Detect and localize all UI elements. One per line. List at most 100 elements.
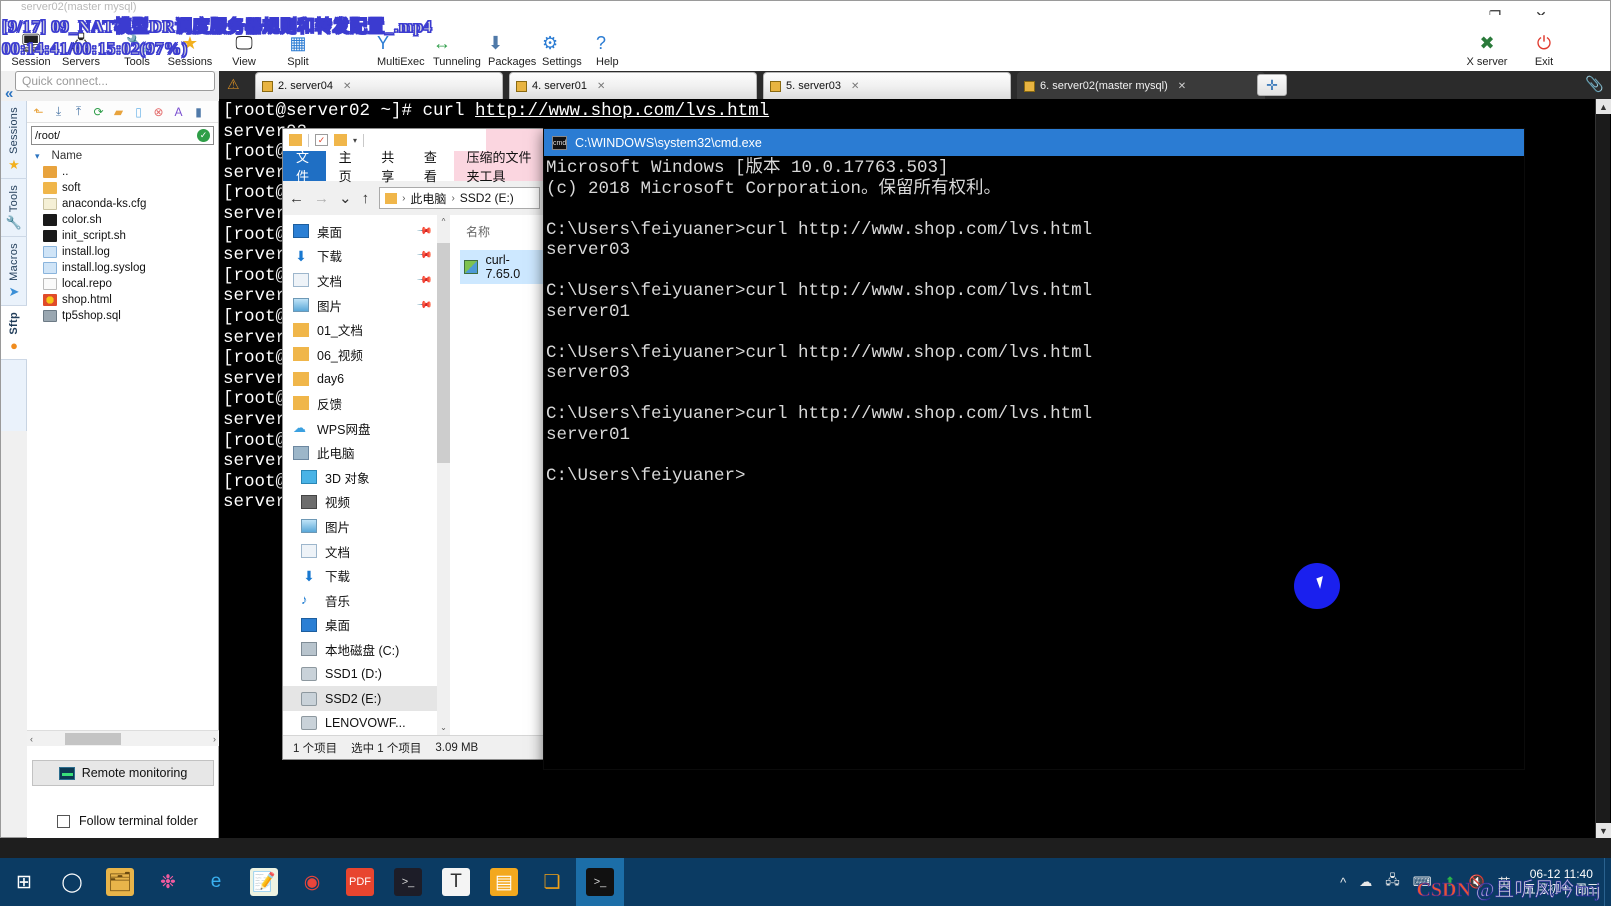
tab-file[interactable]: 文件 (283, 150, 326, 184)
tree-item[interactable]: SSD2 (E:) (283, 686, 437, 711)
upload-icon[interactable]: ⤒ (71, 104, 86, 119)
scrollbar-thumb[interactable] (65, 733, 121, 745)
toolbar-button-servers[interactable]: 🖧 Servers (53, 31, 109, 69)
close-icon[interactable]: ✕ (851, 81, 859, 92)
up-folder-icon[interactable]: ⬑ (31, 104, 46, 119)
new-tab-button[interactable]: ✛ (1257, 74, 1287, 96)
wps-note[interactable]: ▤ (480, 858, 528, 906)
tree-item[interactable]: SSD1 (D:) (283, 662, 437, 687)
tree-item[interactable]: ♪ 音乐 (283, 588, 437, 613)
tree-item[interactable]: 文档 (283, 539, 437, 564)
sftp-path-input[interactable]: /root/ ✓ (31, 126, 214, 145)
sidebar-item-tools[interactable]: Tools 🔧 (1, 179, 27, 238)
attachment-icon[interactable]: 📎 (1585, 75, 1604, 93)
tab-home[interactable]: 主页 (326, 150, 369, 184)
close-icon[interactable]: ✕ (343, 81, 351, 92)
tree-item[interactable]: day6 (283, 367, 437, 392)
toolbar-button-tools[interactable]: 🔧 Tools (109, 31, 165, 69)
input-method-icon[interactable]: 英 (1498, 873, 1511, 892)
edge-browser[interactable]: e (192, 858, 240, 906)
sftp-horizontal-scrollbar[interactable]: ‹ › (27, 730, 219, 746)
list-item[interactable]: install.log (27, 244, 218, 260)
toolbar-button-view[interactable]: 🖵 View (216, 31, 272, 69)
securecrt-app[interactable]: >_ (384, 858, 432, 906)
tab-view[interactable]: 查看 (411, 150, 454, 184)
remote-monitoring-button[interactable]: Remote monitoring (32, 760, 214, 786)
tab-server02-master-mysql[interactable]: 6. server02(master mysql) ✕ (1017, 72, 1265, 99)
toolbar-button-session[interactable]: 🖥 Session (3, 31, 59, 69)
toolbar-button-sessions[interactable]: ★ Sessions (162, 31, 218, 69)
onedrive-icon[interactable]: ☁ (1359, 874, 1372, 890)
show-hidden-icons-icon[interactable]: ^ (1340, 875, 1346, 890)
toolbar-button-split[interactable]: ▦ Split (270, 31, 326, 69)
cmd-titlebar[interactable]: cmd C:\WINDOWS\system32\cmd.exe (544, 129, 1524, 156)
chevron-down-icon[interactable]: ▾ (353, 136, 357, 145)
properties-icon[interactable]: ✓ (315, 134, 328, 146)
forward-button[interactable]: → (314, 190, 329, 207)
tree-item[interactable]: ⬇ 下载 📌 (283, 244, 437, 269)
tree-item[interactable]: 视频 (283, 490, 437, 515)
sidebar-item-sftp[interactable]: Sftp ● (1, 306, 27, 360)
scrollbar-thumb[interactable] (437, 243, 450, 463)
tree-item[interactable]: ☁ WPS网盘 (283, 416, 437, 441)
list-item[interactable]: curl-7.65.0 (460, 250, 546, 284)
collapse-sidebar-icon[interactable]: « (5, 85, 13, 102)
tree-item[interactable]: 反馈 (283, 391, 437, 416)
tab-compressed-folder-tools[interactable]: 压缩的文件夹工具 (453, 150, 546, 184)
tree-item[interactable]: 01_文档 (283, 317, 437, 342)
scroll-right-icon[interactable]: › (213, 734, 216, 744)
tree-item[interactable]: 文档 📌 (283, 268, 437, 293)
cmd-output[interactable]: Microsoft Windows [版本 10.0.17763.503] (c)… (544, 156, 1524, 769)
pin-icon[interactable]: 📌 (415, 223, 432, 240)
delete-icon[interactable]: ⊗ (151, 104, 166, 119)
list-item[interactable]: color.sh (27, 212, 218, 228)
tree-item[interactable]: 3D 对象 (283, 465, 437, 490)
sidebar-item-macros[interactable]: Macros ➤ (1, 237, 27, 307)
rename-icon[interactable]: A (171, 104, 186, 119)
list-item[interactable]: install.log.syslog (27, 260, 218, 276)
new-folder-icon[interactable] (334, 134, 347, 146)
list-item[interactable]: local.repo (27, 276, 218, 292)
breadcrumb[interactable]: › 此电脑 › SSD2 (E:) (379, 187, 540, 209)
follow-terminal-folder-row[interactable]: Follow terminal folder (57, 814, 198, 828)
recent-locations-button[interactable]: ⌄ (339, 189, 352, 207)
tree-item[interactable]: 图片 (283, 514, 437, 539)
tree-item[interactable]: 本地磁盘 (C:) (283, 637, 437, 662)
update-icon[interactable]: ⬆ (1445, 874, 1456, 890)
list-item[interactable]: soft (27, 180, 218, 196)
scroll-up-icon[interactable]: ^ (437, 215, 450, 229)
tab-server03[interactable]: 5. server03 ✕ (763, 72, 1011, 99)
tab-server04[interactable]: 2. server04 ✕ (255, 72, 503, 99)
breadcrumb-this-pc[interactable]: 此电脑 (410, 190, 446, 207)
chrome-browser[interactable]: ◉ (288, 858, 336, 906)
breadcrumb-ssd2[interactable]: SSD2 (E:) (460, 191, 514, 205)
vmware-workstation[interactable]: ❏ (528, 858, 576, 906)
show-desktop-button[interactable] (1604, 858, 1611, 906)
back-button[interactable]: ← (289, 190, 304, 207)
sidebar-item-sessions[interactable]: Sessions ★ (1, 101, 27, 180)
file-explorer[interactable]: 🗂 (96, 858, 144, 906)
tree-item[interactable]: 06_视频 (283, 342, 437, 367)
navigation-pane-scrollbar[interactable]: ^ ⌄ (437, 215, 450, 735)
tree-item[interactable]: 此电脑 (283, 440, 437, 465)
tab-share[interactable]: 共享 (368, 150, 411, 184)
close-icon[interactable]: ✕ (1178, 81, 1186, 92)
scroll-down-icon[interactable]: ▼ (1596, 823, 1611, 838)
toolbar-button-xserver[interactable]: ✖ X server (1459, 31, 1515, 69)
network-icon[interactable]: 🖧 (1385, 871, 1400, 893)
tree-item[interactable]: LENOVOWF... (283, 711, 437, 735)
tree-item[interactable]: 桌面 (283, 613, 437, 638)
scroll-down-icon[interactable]: ⌄ (437, 721, 450, 735)
pin-icon[interactable]: 📌 (415, 248, 432, 265)
terminal-scrollbar[interactable]: ▲ ▼ (1595, 99, 1611, 838)
scroll-up-icon[interactable]: ▲ (1596, 99, 1611, 114)
download-icon[interactable]: ⤓ (51, 104, 66, 119)
notes-app[interactable]: 📝 (240, 858, 288, 906)
new-file-icon[interactable]: ▯ (131, 104, 146, 119)
pdf-reader[interactable]: PDF (336, 858, 384, 906)
toolbar-button-exit[interactable]: ⏻ Exit (1516, 31, 1572, 69)
pin-icon[interactable]: 📌 (415, 297, 432, 314)
tree-item[interactable]: 桌面 📌 (283, 219, 437, 244)
list-item[interactable]: anaconda-ks.cfg (27, 196, 218, 212)
up-button[interactable]: ↑ (362, 190, 370, 207)
